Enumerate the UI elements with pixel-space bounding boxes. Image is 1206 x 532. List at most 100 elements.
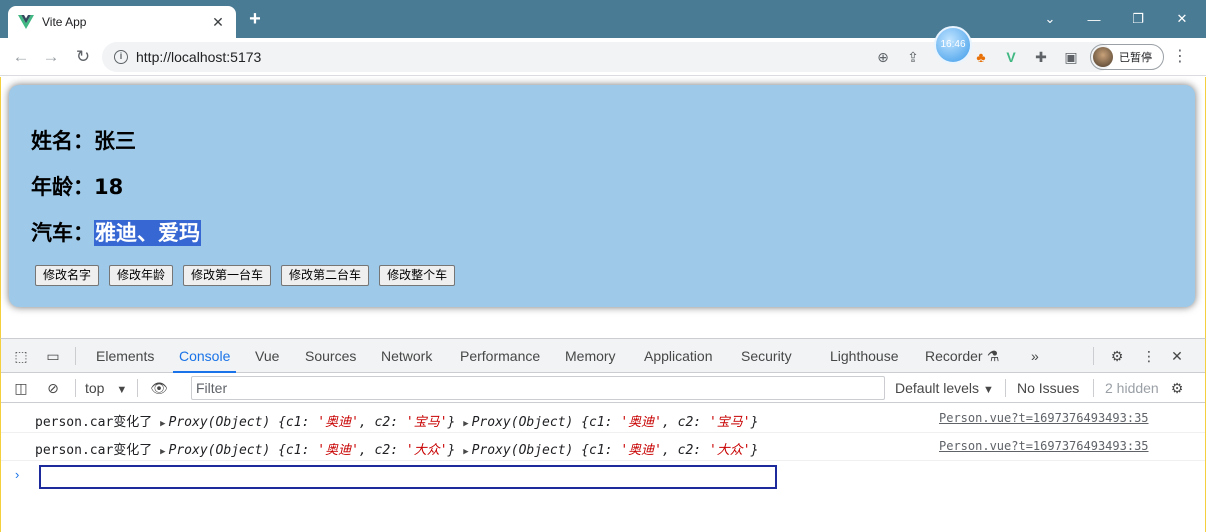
age-value: 18 [94,175,124,199]
console-message: person.car变化了 ▶ Proxy(Object) {c1: '奥迪', … [1,433,1205,461]
proxy-object[interactable]: ▶ Proxy(Object) {c1: '奥迪', c2: '宝马'} [463,415,758,430]
tab-security[interactable]: Security [741,339,792,373]
sidebar-toggle-icon[interactable]: ◫ [11,378,31,398]
car-row: 汽车：雅迪、爱玛 [31,217,201,247]
log-text: person.car变化了 ▶ Proxy(Object) {c1: '奥迪', … [35,415,759,430]
divider [75,347,76,365]
browser-toolbar: ← → ↻ i http://localhost:5173 [0,38,1206,76]
tab-memory[interactable]: Memory [565,339,616,373]
log-text: person.car变化了 ▶ Proxy(Object) {c1: '奥迪', … [35,443,759,458]
more-tabs-button[interactable]: » [1031,339,1039,373]
zoom-icon[interactable]: ⊕ [872,46,894,68]
back-icon[interactable]: ← [10,46,32,68]
tab-console[interactable]: Console [172,339,237,373]
tab-application[interactable]: Application [644,339,713,373]
tab-title: Vite App [42,15,87,29]
site-info-icon[interactable]: i [114,50,128,64]
tab-network[interactable]: Network [381,339,432,373]
reload-icon[interactable]: ↻ [72,46,94,68]
tab-vue[interactable]: Vue [255,339,279,373]
new-tab-button[interactable]: + [244,8,266,30]
tab-search-icon[interactable]: ⌄ [1028,0,1072,38]
expand-triangle-icon[interactable]: ▶ [463,419,468,429]
page-viewport: 姓名：张三 年龄：18 汽车：雅迪、爱玛 修改名字 修改年龄 修改第一台车 修改… [0,77,1206,338]
log-levels-dropdown[interactable]: Default levels ▼ [895,378,994,398]
browser-tab[interactable]: Vite App ✕ [8,6,236,38]
clear-console-icon[interactable]: ⊘ [43,378,63,398]
url-text: http://localhost:5173 [136,49,262,65]
browser-titlebar: Vite App ✕ + ⌄ — ❐ ✕ [0,0,1206,38]
proxy-object[interactable]: ▶ Proxy(Object) {c1: '奥迪', c2: '宝马'} [160,415,455,430]
car-value: 雅迪、爱玛 [94,220,201,246]
devtools-tabbar: ⬚ ▭ Elements Console Vue Sources Network… [1,339,1205,373]
change-name-button[interactable]: 修改名字 [35,265,100,286]
vue-devtools-extension-icon[interactable]: V [1000,46,1022,68]
proxy-object[interactable]: ▶ Proxy(Object) {c1: '奥迪', c2: '大众'} [463,443,758,458]
tab-recorder[interactable]: Recorder [925,339,983,373]
side-panel-icon[interactable]: ▣ [1060,46,1082,68]
name-row: 姓名：张三 [31,125,136,155]
devtools-panel: ⬚ ▭ Elements Console Vue Sources Network… [0,338,1206,532]
person-card: 姓名：张三 年龄：18 汽车：雅迪、爱玛 修改名字 修改年龄 修改第一台车 修改… [9,85,1195,307]
divider [1093,379,1094,397]
expand-triangle-icon[interactable]: ▶ [463,447,468,457]
tab-sources[interactable]: Sources [305,339,356,373]
restore-icon[interactable]: ❐ [1116,0,1160,38]
extension-tree-icon[interactable]: ♣ [970,46,992,68]
console-settings-gear-icon[interactable]: ⚙ [1167,378,1187,398]
divider [1093,347,1094,365]
flask-icon: ⚗ [986,348,1000,364]
console-prompt-icon: › [15,467,20,482]
tab-performance[interactable]: Performance [460,339,540,373]
window-close-icon[interactable]: ✕ [1160,0,1204,38]
car-label: 汽车： [31,221,94,245]
context-value: top [85,380,105,396]
age-label: 年龄： [31,175,94,199]
inspect-element-icon[interactable]: ⬚ [11,346,31,366]
console-input[interactable] [39,465,777,489]
filter-input[interactable]: Filter [191,376,885,400]
devtools-menu-icon[interactable]: ⋮ [1139,346,1159,366]
settings-gear-icon[interactable]: ⚙ [1107,346,1127,366]
change-second-car-button[interactable]: 修改第二台车 [281,265,370,286]
tab-lighthouse[interactable]: Lighthouse [830,339,899,373]
chevron-down-icon: ▼ [116,384,128,396]
puzzle-icon[interactable]: ✚ [1030,46,1052,68]
expand-triangle-icon[interactable]: ▶ [160,447,165,457]
device-toolbar-icon[interactable]: ▭ [43,346,63,366]
avatar [1093,47,1113,67]
divider [75,379,76,397]
profile-status: 已暂停 [1119,52,1152,64]
name-value: 张三 [94,129,136,153]
vue-logo-icon [18,15,34,29]
issues-button[interactable]: No Issues [1017,378,1079,398]
context-selector[interactable]: top ▼ [85,378,127,398]
share-icon[interactable]: ⇪ [902,46,924,68]
change-all-cars-button[interactable]: 修改整个车 [379,265,456,286]
expand-triangle-icon[interactable]: ▶ [160,419,165,429]
action-buttons: 修改名字 修改年龄 修改第一台车 修改第二台车 修改整个车 [35,265,456,286]
divider [1005,379,1006,397]
divider [137,379,138,397]
browser-menu-icon[interactable]: ⋮ [1172,46,1188,68]
minimize-icon[interactable]: — [1072,0,1116,38]
tab-close-icon[interactable]: ✕ [210,14,226,31]
chevron-down-icon: ▼ [982,384,994,396]
source-link[interactable]: Person.vue?t=1697376493493:35 [939,439,1149,453]
eye-icon[interactable]: 👁 [149,378,169,398]
forward-icon[interactable]: → [40,46,62,68]
hidden-count: 2 hidden [1105,380,1159,396]
change-age-button[interactable]: 修改年龄 [109,265,174,286]
proxy-object[interactable]: ▶ Proxy(Object) {c1: '奥迪', c2: '大众'} [160,443,455,458]
close-devtools-icon[interactable]: ✕ [1167,346,1187,366]
age-row: 年龄：18 [31,171,123,201]
source-link[interactable]: Person.vue?t=1697376493493:35 [939,411,1149,425]
console-message: person.car变化了 ▶ Proxy(Object) {c1: '奥迪', … [1,405,1205,433]
tab-elements[interactable]: Elements [96,339,154,373]
levels-label: Default levels [895,380,980,396]
console-toolbar: ◫ ⊘ top ▼ 👁 Filter Default levels ▼ No I… [1,373,1205,403]
change-first-car-button[interactable]: 修改第一台车 [183,265,272,286]
profile-button[interactable]: 已暂停 [1090,44,1164,70]
clock-widget[interactable]: 16:46 [934,26,972,64]
name-label: 姓名： [31,129,94,153]
